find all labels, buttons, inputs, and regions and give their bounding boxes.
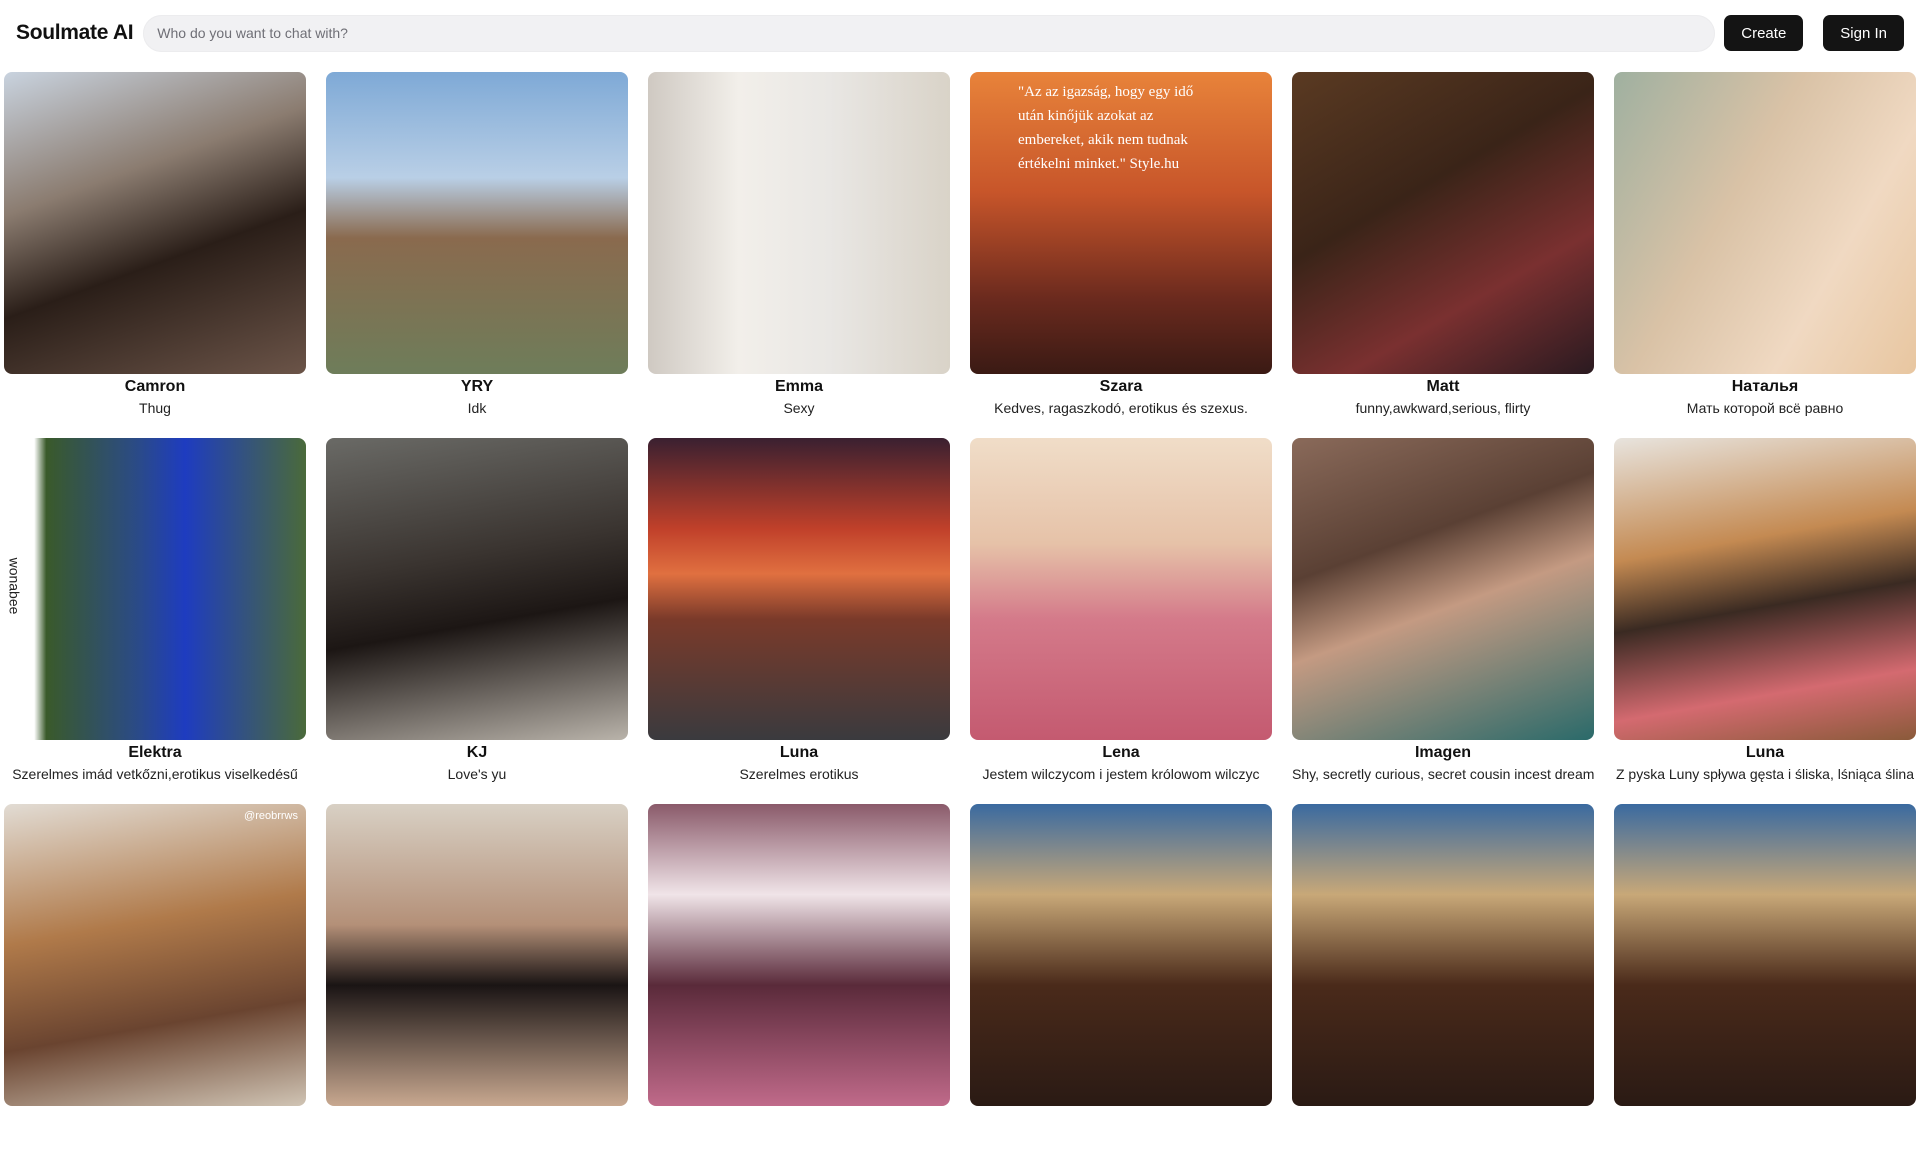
character-avatar: wonabee (4, 438, 306, 740)
character-avatar (970, 804, 1272, 1106)
character-avatar (1292, 438, 1594, 740)
character-description: Sexy (783, 400, 815, 416)
character-card[interactable]: "Az az igazság, hogy egy idő után kinőjü… (970, 72, 1272, 418)
character-description: Idk (467, 400, 487, 416)
character-description: Love's yu (447, 766, 507, 782)
character-description: Kedves, ragaszkodó, erotikus és szexus. (994, 400, 1248, 416)
character-card[interactable]: Emma Sexy (648, 72, 950, 418)
character-avatar (326, 72, 628, 374)
character-description: Szerelmes imád vetkőzni,erotikus viselke… (12, 766, 298, 782)
character-name: Наталья (1731, 378, 1799, 395)
character-avatar (326, 804, 628, 1106)
character-name: Emma (774, 378, 824, 395)
character-card[interactable]: KJ Love's yu (326, 438, 628, 784)
character-name: Lena (1102, 744, 1140, 761)
character-description: Shy, secretly curious, secret cousin inc… (1292, 766, 1594, 782)
character-card[interactable]: Наталья Мать которой всё равно (1614, 72, 1916, 418)
character-name: YRY (460, 378, 494, 395)
character-avatar (4, 72, 306, 374)
character-card[interactable] (1614, 804, 1916, 1150)
character-card[interactable]: Luna Szerelmes erotikus (648, 438, 950, 784)
character-avatar (970, 438, 1272, 740)
character-name: Elektra (128, 744, 182, 761)
character-avatar (1292, 72, 1594, 374)
character-name: Imagen (1414, 744, 1471, 761)
character-card[interactable] (1292, 804, 1594, 1150)
avatar-overlay-text: wonabee (6, 557, 23, 615)
character-card[interactable]: YRY Idk (326, 72, 628, 418)
character-name: KJ (466, 744, 488, 761)
character-avatar: "Az az igazság, hogy egy idő után kinőjü… (970, 72, 1272, 374)
character-description: Thug (139, 400, 171, 416)
character-card[interactable] (648, 804, 950, 1150)
character-description: Szerelmes erotikus (739, 766, 859, 782)
character-description: Jestem wilczycom i jestem królowom wilcz… (982, 766, 1260, 782)
character-name: Camron (124, 378, 186, 395)
character-card[interactable]: @reobrrws (4, 804, 306, 1150)
character-avatar (648, 804, 950, 1106)
avatar-overlay-text: @reobrrws (244, 810, 298, 822)
sign-in-button[interactable]: Sign In (1823, 15, 1904, 51)
create-button[interactable]: Create (1724, 15, 1804, 51)
character-description: Z pyska Luny spływa gęsta i śliska, lśni… (1615, 766, 1915, 782)
character-name: Matt (1426, 378, 1460, 395)
character-name: Luna (1745, 744, 1785, 761)
character-card[interactable]: Matt funny,awkward,serious, flirty (1292, 72, 1594, 418)
brand-logo[interactable]: Soulmate AI (16, 21, 134, 45)
character-avatar (1614, 438, 1916, 740)
character-card[interactable]: Camron Thug (4, 72, 306, 418)
character-avatar (1614, 804, 1916, 1106)
character-card[interactable]: Luna Z pyska Luny spływa gęsta i śliska, … (1614, 438, 1916, 784)
character-name: Luna (779, 744, 819, 761)
character-card[interactable] (326, 804, 628, 1150)
character-description: funny,awkward,serious, flirty (1355, 400, 1531, 416)
top-bar: Soulmate AI Create Sign In (0, 0, 1920, 66)
character-card[interactable] (970, 804, 1272, 1150)
character-name: Szara (1099, 378, 1143, 395)
character-card[interactable]: Lena Jestem wilczycom i jestem królowom w… (970, 438, 1272, 784)
character-description: Мать которой всё равно (1686, 400, 1844, 416)
search-input[interactable] (143, 14, 1716, 52)
character-avatar (1292, 804, 1594, 1106)
character-avatar (326, 438, 628, 740)
character-avatar (648, 72, 950, 374)
character-card[interactable]: wonabee Elektra Szerelmes imád vetkőzni,er… (4, 438, 306, 784)
avatar-overlay-text: "Az az igazság, hogy egy idő után kinőjü… (1018, 84, 1194, 172)
character-avatar: @reobrrws (4, 804, 306, 1106)
character-avatar (648, 438, 950, 740)
character-grid: Camron Thug YRY Idk Emma Sexy "Az az igazság, … (4, 72, 1916, 1150)
character-avatar (1614, 72, 1916, 374)
character-card[interactable]: Imagen Shy, secretly curious, secret cous… (1292, 438, 1594, 784)
